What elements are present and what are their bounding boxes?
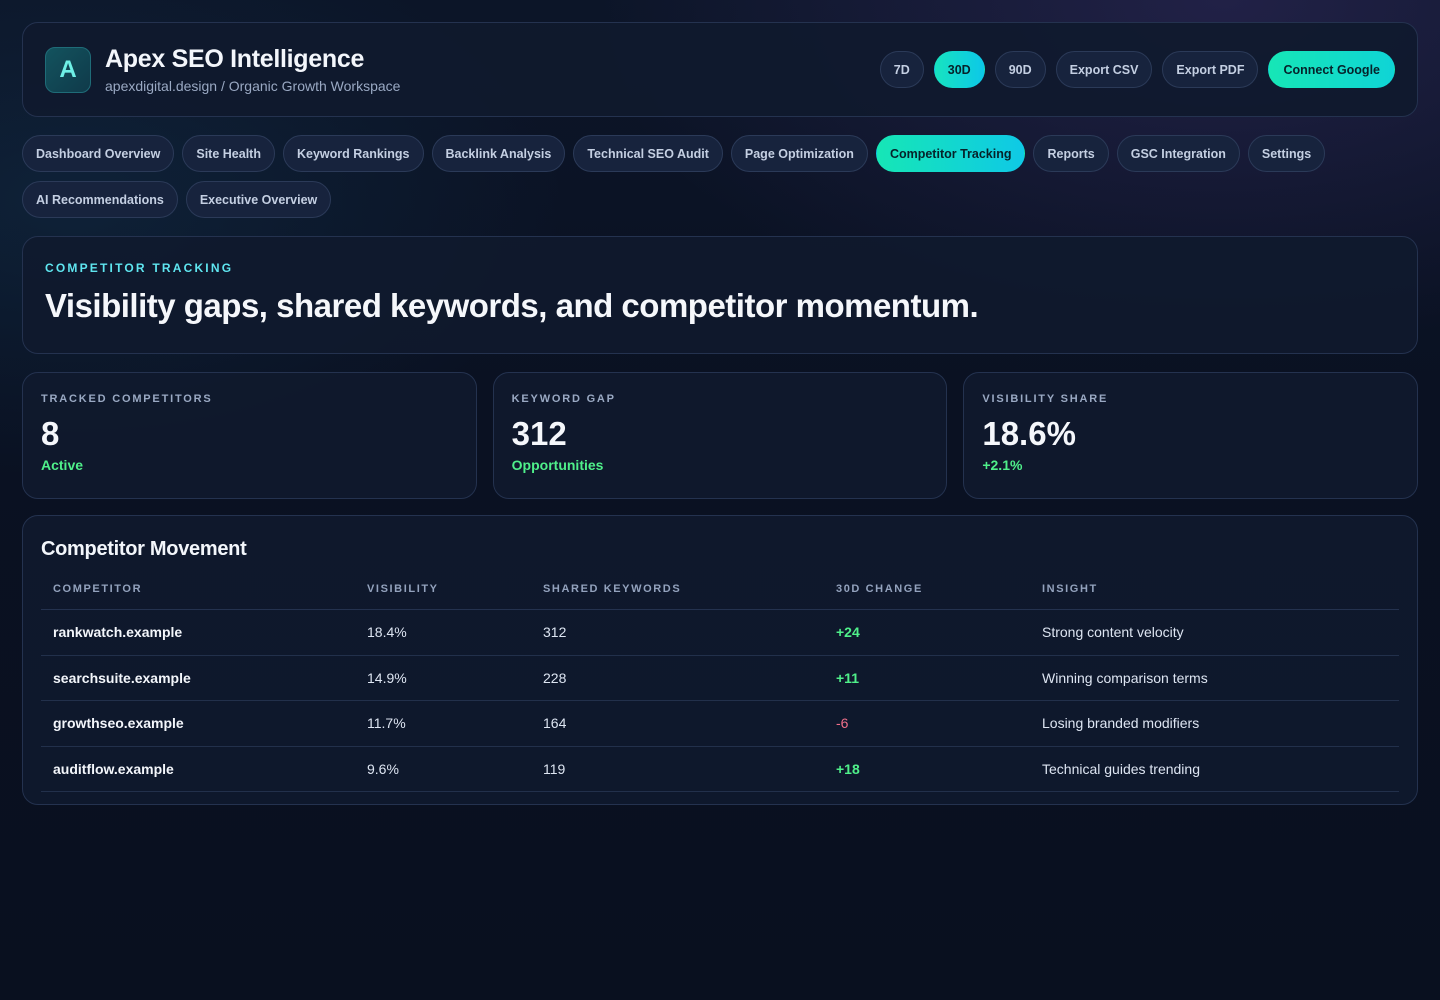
cell-competitor: auditflow.example <box>41 746 355 792</box>
range-30d-button[interactable]: 30D <box>933 51 985 88</box>
range-7d-button[interactable]: 7D <box>879 51 924 88</box>
table-row[interactable]: rankwatch.example 18.4% 312 +24 Strong c… <box>41 609 1399 656</box>
cell-insight: Technical guides trending <box>1030 746 1399 792</box>
tab-reports[interactable]: Reports <box>1033 135 1109 172</box>
cell-shared-keywords: 228 <box>531 655 824 701</box>
section-tabs: Dashboard Overview Site Health Keyword R… <box>22 135 1418 218</box>
brand-subtitle: apexdigital.design / Organic Growth Work… <box>105 78 401 94</box>
stat-label: VISIBILITY SHARE <box>982 393 1109 405</box>
brand: A Apex SEO Intelligence apexdigital.desi… <box>45 45 400 94</box>
card-title: Competitor Movement <box>41 538 247 560</box>
app-root: A Apex SEO Intelligence apexdigital.desi… <box>22 22 1419 805</box>
table-row[interactable]: growthseo.example 11.7% 164 -6 Losing br… <box>41 700 1399 747</box>
cell-visibility: 11.7% <box>355 700 531 747</box>
hero-eyebrow: COMPETITOR TRACKING <box>45 261 234 275</box>
tab-competitor-tracking[interactable]: Competitor Tracking <box>875 135 1026 172</box>
table-row[interactable]: searchsuite.example 14.9% 228 +11 Winnin… <box>41 655 1399 701</box>
stat-card-keyword-gap: KEYWORD GAP 312 Opportunities <box>492 372 948 499</box>
tab-executive-overview[interactable]: Executive Overview <box>185 181 332 218</box>
hero-panel: COMPETITOR TRACKING Visibility gaps, sha… <box>22 236 1418 354</box>
cell-visibility: 18.4% <box>355 609 531 656</box>
stat-card-visibility-share: VISIBILITY SHARE 18.6% +2.1% <box>963 372 1419 499</box>
connect-google-button[interactable]: Connect Google <box>1268 51 1395 88</box>
column-header-shared-keywords: SHARED KEYWORDS <box>531 571 824 610</box>
range-90d-button[interactable]: 90D <box>994 51 1046 88</box>
stat-label: KEYWORD GAP <box>511 393 616 405</box>
cell-competitor: searchsuite.example <box>41 655 355 701</box>
tab-backlink-analysis[interactable]: Backlink Analysis <box>431 135 566 172</box>
tab-page-optimization[interactable]: Page Optimization <box>730 135 868 172</box>
table-header-row: COMPETITOR VISIBILITY SHARED KEYWORDS 30… <box>41 571 1399 610</box>
cell-insight: Winning comparison terms <box>1030 655 1399 701</box>
stat-sub: +2.1% <box>982 457 1023 473</box>
tab-technical-seo-audit[interactable]: Technical SEO Audit <box>573 135 723 172</box>
column-header-insight: INSIGHT <box>1030 571 1399 610</box>
cell-visibility: 9.6% <box>355 746 531 792</box>
stat-sub: Active <box>41 457 84 473</box>
cell-competitor: rankwatch.example <box>41 609 355 656</box>
cell-shared-keywords: 312 <box>531 609 824 656</box>
cell-insight: Losing branded modifiers <box>1030 700 1399 747</box>
header-actions: 7D 30D 90D Export CSV Export PDF Connect… <box>879 51 1395 88</box>
cell-30d-change: +11 <box>824 655 1030 701</box>
column-header-competitor: COMPETITOR <box>41 571 355 610</box>
column-header-visibility: VISIBILITY <box>355 571 531 610</box>
tab-site-health[interactable]: Site Health <box>182 135 275 172</box>
cell-shared-keywords: 119 <box>531 746 824 792</box>
brand-title: Apex SEO Intelligence <box>105 45 365 73</box>
competitor-movement-card: Competitor Movement COMPETITOR VISIBILIT… <box>22 515 1418 805</box>
stat-value: 18.6% <box>982 415 1076 452</box>
stat-value: 8 <box>41 415 60 452</box>
top-header: A Apex SEO Intelligence apexdigital.desi… <box>22 22 1418 117</box>
cell-30d-change: -6 <box>824 700 1030 747</box>
cell-shared-keywords: 164 <box>531 700 824 747</box>
tab-keyword-rankings[interactable]: Keyword Rankings <box>282 135 424 172</box>
export-pdf-button[interactable]: Export PDF <box>1162 51 1259 88</box>
stat-value: 312 <box>511 415 567 452</box>
tab-settings[interactable]: Settings <box>1247 135 1326 172</box>
table-row[interactable]: auditflow.example 9.6% 119 +18 Technical… <box>41 746 1399 792</box>
tab-ai-recommendations[interactable]: AI Recommendations <box>22 181 178 218</box>
cell-competitor: growthseo.example <box>41 700 355 747</box>
export-csv-button[interactable]: Export CSV <box>1055 51 1153 88</box>
tab-dashboard-overview[interactable]: Dashboard Overview <box>22 135 175 172</box>
stat-label: TRACKED COMPETITORS <box>41 393 213 405</box>
column-header-30d-change: 30D CHANGE <box>824 571 1030 610</box>
cell-visibility: 14.9% <box>355 655 531 701</box>
competitor-table: COMPETITOR VISIBILITY SHARED KEYWORDS 30… <box>41 571 1399 792</box>
cell-30d-change: +18 <box>824 746 1030 792</box>
brand-logo: A <box>45 46 91 93</box>
stat-sub: Opportunities <box>511 457 604 473</box>
tab-gsc-integration[interactable]: GSC Integration <box>1116 135 1240 172</box>
stats-row: TRACKED COMPETITORS 8 Active KEYWORD GAP… <box>22 372 1419 499</box>
cell-30d-change: +24 <box>824 609 1030 656</box>
page-title: Visibility gaps, shared keywords, and co… <box>45 287 979 324</box>
stat-card-tracked-competitors: TRACKED COMPETITORS 8 Active <box>22 372 477 499</box>
cell-insight: Strong content velocity <box>1030 609 1399 656</box>
